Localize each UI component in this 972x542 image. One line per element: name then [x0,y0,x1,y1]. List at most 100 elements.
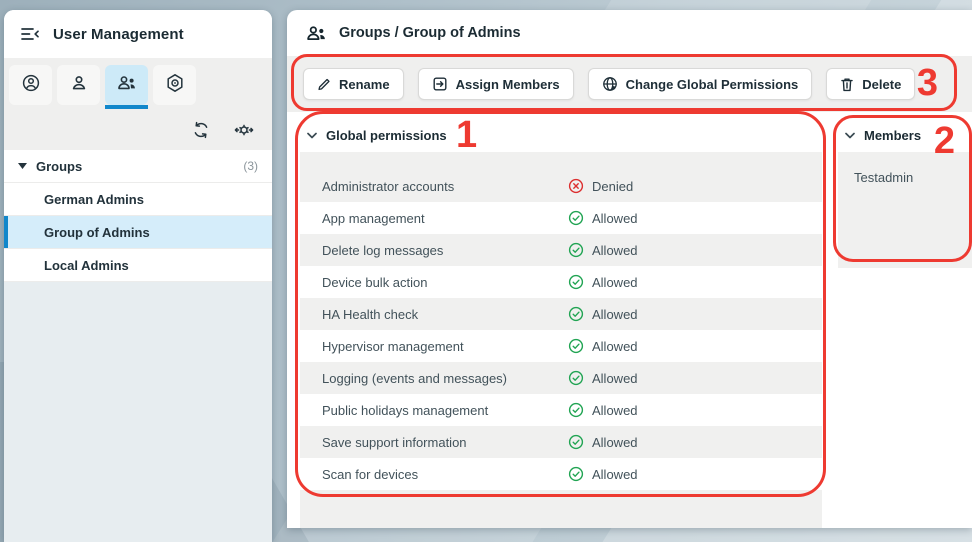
permission-status-text: Allowed [592,211,638,226]
permission-status-text: Allowed [592,275,638,290]
tree-item-local-admins[interactable]: Local Admins [4,249,272,282]
allowed-icon [568,402,584,418]
permission-status-text: Allowed [592,371,638,386]
rename-button[interactable]: Rename [303,68,404,100]
caret-down-icon [18,163,27,169]
allowed-icon [568,210,584,226]
sidebar: User Management [4,10,272,542]
permission-status: Denied [568,178,633,194]
permission-name: Logging (events and messages) [322,371,568,386]
permission-row: Delete log messages Allowed [300,234,822,266]
tree-item-german-admins[interactable]: German Admins [4,183,272,216]
toolbar: Rename Assign Members Change Global Pe [287,56,972,112]
sidebar-tabs-area [4,58,272,150]
permission-name: Hypervisor management [322,339,568,354]
permission-name: Administrator accounts [322,179,568,194]
member-item[interactable]: Testadmin [854,170,972,185]
permission-name: Save support information [322,435,568,450]
permission-name: HA Health check [322,307,568,322]
permission-row: App management Allowed [300,202,822,234]
permission-row: Save support information Allowed [300,426,822,458]
permission-status-text: Allowed [592,467,638,482]
denied-icon [568,178,584,194]
permission-name: Device bulk action [322,275,568,290]
main-body: Global permissions Administrator account… [287,112,972,528]
sidebar-collapse-icon[interactable] [20,26,40,42]
permission-row: Logging (events and messages) Allowed [300,362,822,394]
permission-row: Hypervisor management Allowed [300,330,822,362]
permission-status: Allowed [568,242,638,258]
tab-roles[interactable] [153,65,196,105]
assign-members-label: Assign Members [456,77,560,92]
permission-status: Allowed [568,466,638,482]
global-permissions-panel: Global permissions Administrator account… [300,118,822,528]
permission-status-text: Allowed [592,435,638,450]
delete-label: Delete [862,77,901,92]
change-global-permissions-button[interactable]: Change Global Permissions [588,68,813,100]
permission-name: App management [322,211,568,226]
sidebar-header: User Management [4,10,272,58]
members-header[interactable]: Members [838,118,972,152]
permission-status: Allowed [568,274,638,290]
sidebar-actions [4,109,272,150]
main-header: Groups / Group of Admins [287,10,972,56]
pencil-icon [317,77,331,91]
permission-status: Allowed [568,306,638,322]
trash-icon [840,77,854,92]
permission-row: Scan for devices Allowed [300,458,822,490]
tree-header-label: Groups [36,159,82,174]
members-panel: Members Testadmin [838,118,972,268]
allowed-icon [568,434,584,450]
permission-status-text: Allowed [592,403,638,418]
tab-groups[interactable] [105,65,148,105]
permission-status-text: Allowed [592,243,638,258]
rename-label: Rename [339,77,390,92]
groups-tree: Groups (3) German Admins Group of Admins… [4,150,272,282]
groups-count: (3) [243,159,258,173]
sidebar-tabs [4,58,272,109]
sidebar-filler [4,282,272,542]
global-permissions-header[interactable]: Global permissions [300,118,822,152]
permissions-list: Administrator accounts Denied App manage… [300,152,822,528]
group-icon [116,73,138,98]
change-global-permissions-label: Change Global Permissions [626,77,799,92]
assign-members-button[interactable]: Assign Members [418,68,574,100]
person-circle-icon [21,73,41,98]
members-title: Members [864,128,921,143]
permission-status-text: Allowed [592,307,638,322]
permission-status: Allowed [568,338,638,354]
permission-status: Allowed [568,210,638,226]
permission-status-text: Denied [592,179,633,194]
tab-user[interactable] [57,65,100,105]
permission-status: Allowed [568,434,638,450]
assign-members-icon [432,76,448,92]
permission-row: Public holidays management Allowed [300,394,822,426]
permission-name: Delete log messages [322,243,568,258]
sync-settings-icon[interactable] [234,121,254,139]
globe-icon [602,76,618,92]
allowed-icon [568,306,584,322]
chevron-down-icon [307,132,317,139]
delete-button[interactable]: Delete [826,68,915,100]
allowed-icon [568,242,584,258]
global-permissions-title: Global permissions [326,128,447,143]
tree-item-group-of-admins[interactable]: Group of Admins [4,216,272,249]
members-list: Testadmin [838,152,972,268]
breadcrumb: Groups / Group of Admins [339,25,521,41]
main-panel: Groups / Group of Admins Rename Assign M… [287,10,972,528]
refresh-icon[interactable] [192,121,210,139]
app-title: User Management [53,26,184,43]
allowed-icon [568,370,584,386]
permission-name: Public holidays management [322,403,568,418]
tree-header-groups[interactable]: Groups (3) [4,150,272,183]
allowed-icon [568,338,584,354]
permission-row: Administrator accounts Denied [300,170,822,202]
permission-row: Device bulk action Allowed [300,266,822,298]
person-icon [69,73,89,98]
permission-row: HA Health check Allowed [300,298,822,330]
permission-status: Allowed [568,402,638,418]
permission-name: Scan for devices [322,467,568,482]
hexagon-gear-icon [165,73,185,98]
chevron-down-icon [845,132,855,139]
tab-account[interactable] [9,65,52,105]
